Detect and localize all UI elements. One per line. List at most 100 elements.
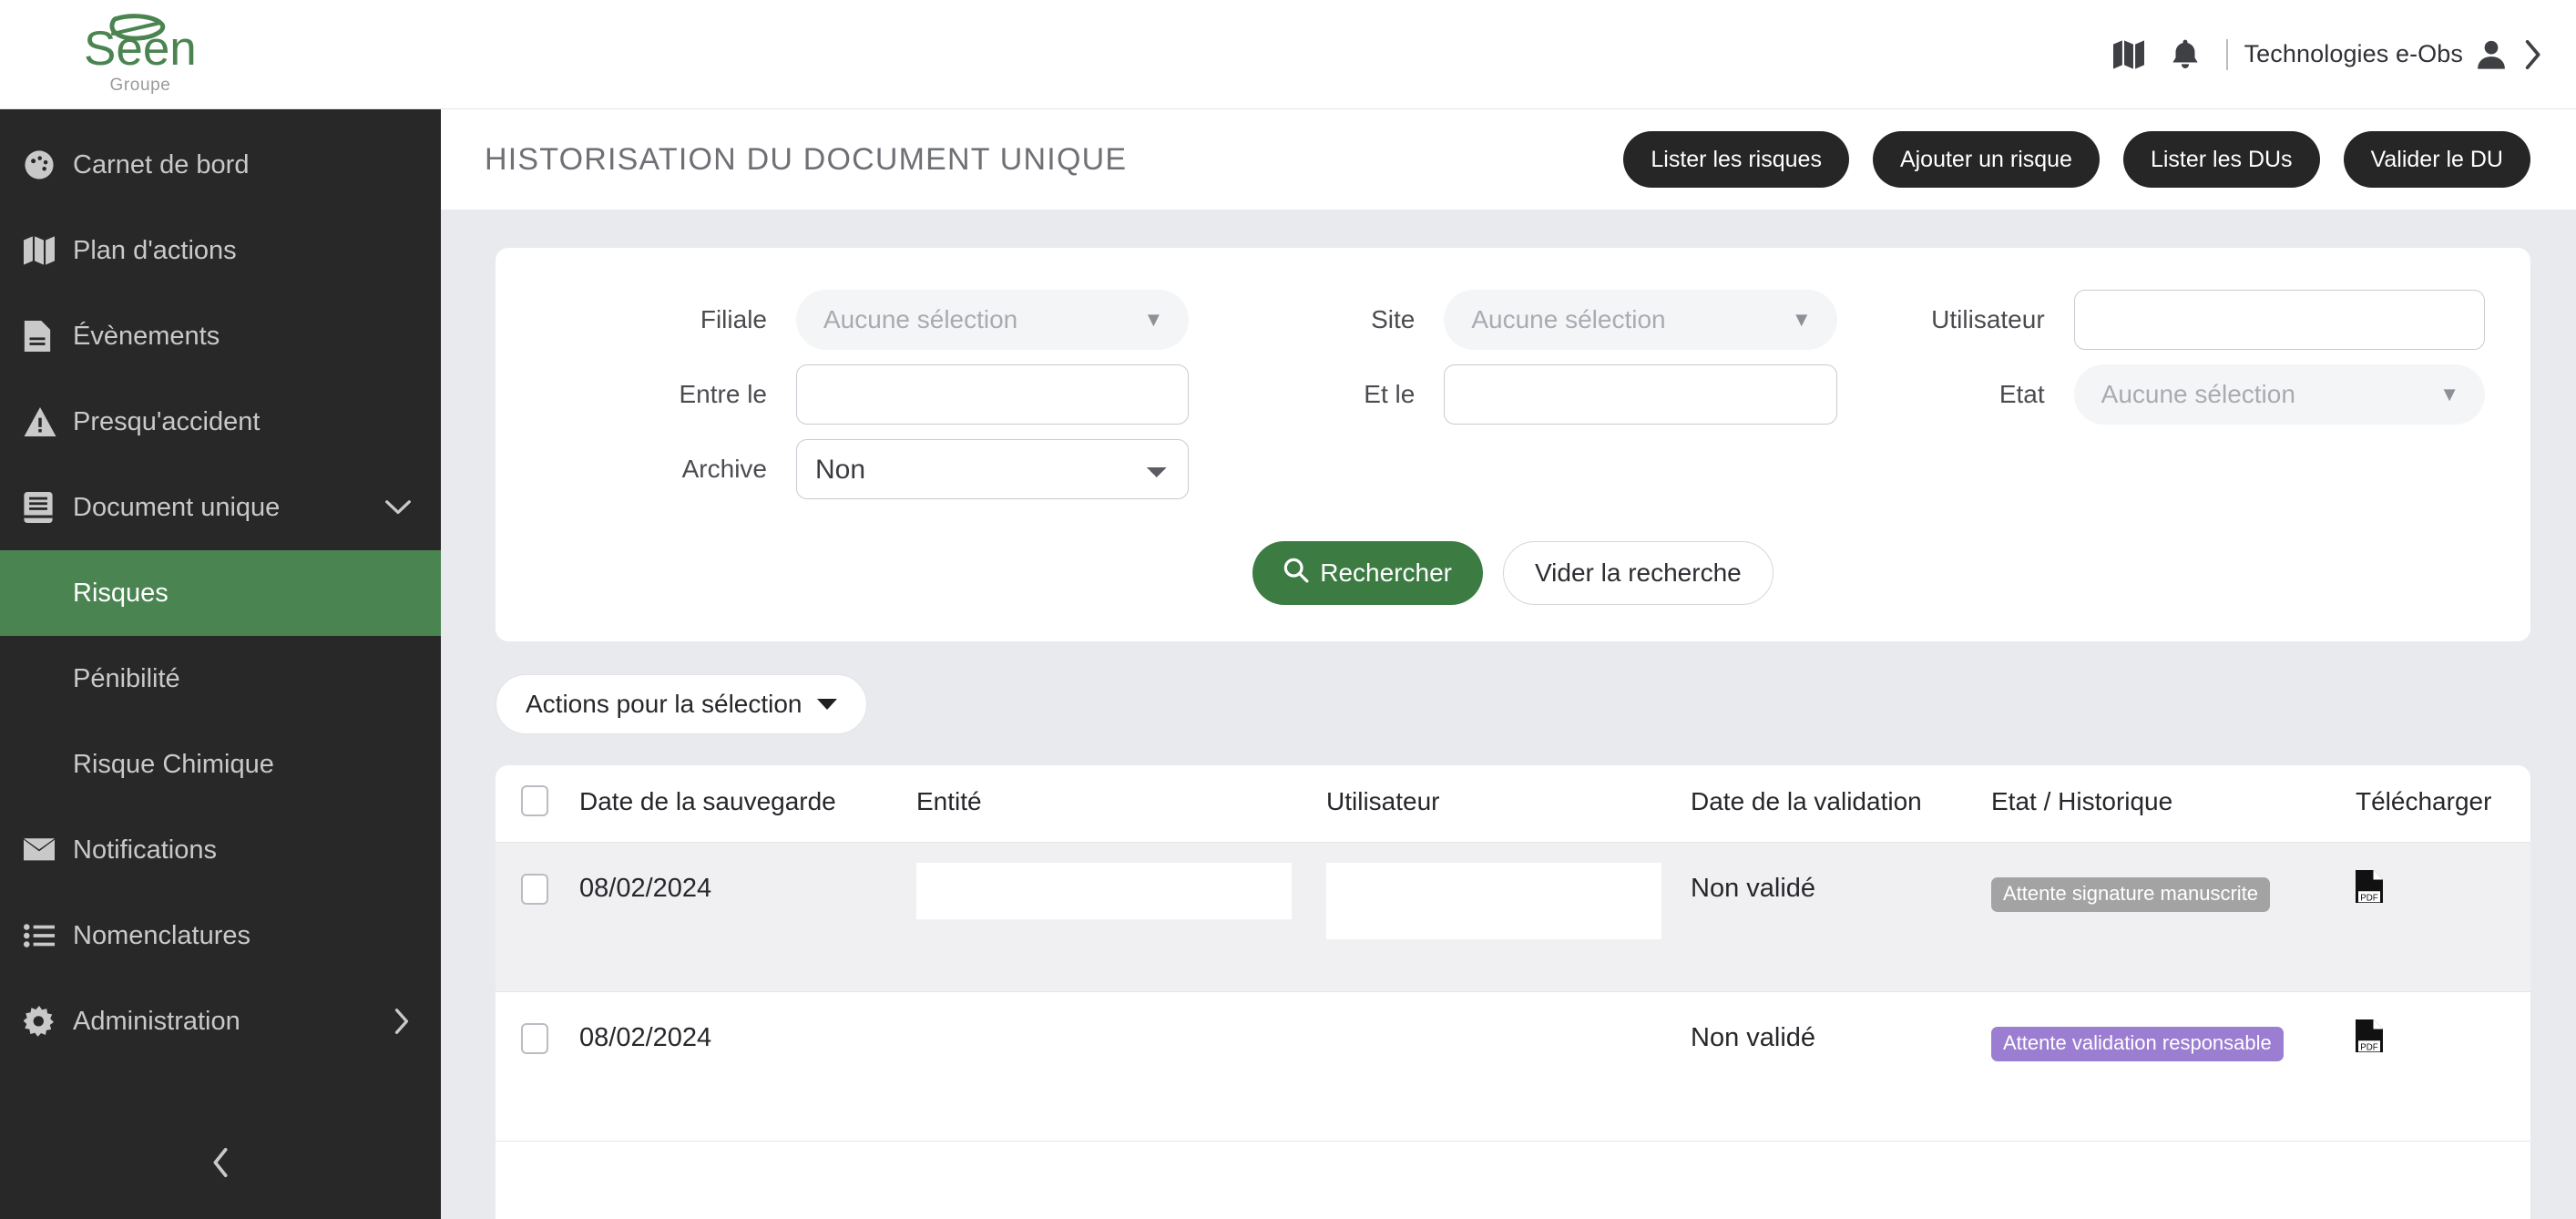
- brand-logo[interactable]: Seen Groupe: [82, 13, 199, 96]
- filiale-select[interactable]: Aucune sélection ▼: [796, 290, 1190, 350]
- bulk-actions-row: Actions pour la sélection: [441, 641, 2576, 734]
- caret-down-icon: ▼: [1791, 308, 1812, 331]
- filter-site-label: Site: [1371, 305, 1416, 333]
- envelope-icon: [24, 838, 73, 862]
- pdf-icon[interactable]: PDF PDF: [2356, 870, 2383, 903]
- bulk-actions-dropdown[interactable]: Actions pour la sélection: [496, 674, 867, 734]
- chevron-down-icon[interactable]: [384, 498, 412, 517]
- account-name[interactable]: Technologies e-Obs: [2244, 40, 2463, 68]
- document-icon: [24, 321, 73, 352]
- caret-down-icon: ▼: [2439, 383, 2459, 405]
- table-row[interactable]: 08/02/2024 Non validé: [496, 991, 2530, 1142]
- filter-actions: Rechercher Vider la recherche: [541, 541, 2485, 605]
- map-icon: [24, 236, 73, 265]
- sidebar-item-risque-chimique[interactable]: Risque Chimique: [0, 722, 441, 807]
- etat-select[interactable]: Aucune sélection ▼: [2073, 364, 2485, 425]
- sidebar-item-nomenclatures[interactable]: Nomenclatures: [0, 893, 441, 978]
- table-row[interactable]: 08/02/2024 Non validé: [496, 842, 2530, 992]
- page-header: HISTORISATION DU DOCUMENT UNIQUE Lister …: [441, 109, 2576, 210]
- body: Carnet de bord Plan d'actions Évènements…: [0, 109, 2576, 1219]
- col-header-date-sauvegarde: Date de la sauvegarde: [579, 786, 836, 815]
- dashboard-icon: [24, 149, 73, 180]
- history-table: Date de la sauvegarde Entité Utilisateur…: [496, 765, 2530, 1219]
- select-all-checkbox[interactable]: [521, 785, 548, 816]
- filter-utilisateur-label: Utilisateur: [1931, 305, 2045, 333]
- caret-down-icon: [816, 699, 837, 710]
- utilisateur-input[interactable]: [2073, 290, 2485, 350]
- entre-le-date-input[interactable]: [796, 364, 1190, 425]
- table-row[interactable]: [496, 1141, 2530, 1219]
- row-validation-value: Non validé: [1691, 1023, 1816, 1052]
- filter-panel-wrap: Filiale Aucune sélection ▼ Site Aucune s…: [441, 210, 2576, 641]
- caret-down-icon: ▼: [1143, 308, 1164, 331]
- chevron-left-icon: [210, 1147, 231, 1183]
- filter-et-le: Et le: [1189, 364, 1837, 425]
- sidebar-subitem-label: Pénibilité: [73, 663, 180, 693]
- brand-tagline: Groupe: [109, 75, 171, 95]
- filter-grid: Filiale Aucune sélection ▼ Site Aucune s…: [541, 290, 2485, 499]
- cell-utilisateur: [1326, 843, 1691, 992]
- table-head: Date de la sauvegarde Entité Utilisateur…: [496, 765, 2530, 843]
- list-icon: [24, 924, 73, 948]
- person-icon[interactable]: [2476, 39, 2507, 70]
- sidebar-item-plan-dactions[interactable]: Plan d'actions: [0, 208, 441, 293]
- row-checkbox[interactable]: [521, 1023, 548, 1054]
- sidebar-item-presquaccident[interactable]: Presqu'accident: [0, 379, 441, 465]
- cell-entite: [916, 992, 1326, 1142]
- filter-filiale: Filiale Aucune sélection ▼: [541, 290, 1190, 350]
- chevron-right-icon[interactable]: [392, 1008, 412, 1035]
- sidebar-item-document-unique[interactable]: Document unique: [0, 465, 441, 550]
- site-select[interactable]: Aucune sélection ▼: [1444, 290, 1837, 350]
- sidebar-item-label: Plan d'actions: [73, 235, 237, 265]
- row-date-value: 08/02/2024: [579, 1023, 712, 1052]
- sidebar-item-label: Évènements: [73, 321, 220, 351]
- sidebar-item-carnet-de-bord[interactable]: Carnet de bord: [0, 122, 441, 208]
- col-header-etat-historique: Etat / Historique: [1991, 786, 2173, 815]
- map-icon[interactable]: [2101, 26, 2157, 83]
- table-body: 08/02/2024 Non validé Attente signature …: [496, 842, 2530, 1219]
- archive-select[interactable]: Non: [796, 439, 1190, 499]
- cell-date-sauvegarde: 08/02/2024: [579, 992, 916, 1142]
- cell-entite: [916, 1142, 1326, 1219]
- filter-et-le-label: Et le: [1364, 380, 1416, 408]
- row-date-value: 08/02/2024: [579, 874, 712, 903]
- bell-icon[interactable]: [2157, 26, 2213, 83]
- et-le-date-input[interactable]: [1444, 364, 1837, 425]
- sidebar-item-risques[interactable]: Risques: [0, 550, 441, 636]
- sidebar-item-administration[interactable]: Administration: [0, 978, 441, 1064]
- filter-filiale-label: Filiale: [700, 305, 767, 333]
- svg-text:PDF: PDF: [2360, 893, 2378, 903]
- sidebar-collapse-button[interactable]: [0, 1110, 441, 1219]
- seen-logo-icon: Seen: [84, 13, 197, 76]
- sidebar-item-notifications[interactable]: Notifications: [0, 807, 441, 893]
- pdf-icon[interactable]: PDF: [2356, 1019, 2383, 1052]
- vider-la-recherche-button[interactable]: Vider la recherche: [1503, 541, 1774, 605]
- cell-telecharger: PDF: [2356, 992, 2530, 1142]
- row-validation-value: Non validé: [1691, 874, 1816, 903]
- gear-icon: [24, 1006, 73, 1037]
- rechercher-button[interactable]: Rechercher: [1252, 541, 1483, 605]
- entite-redacted-block: [916, 863, 1292, 919]
- top-bar: Seen Groupe Technologies e-Obs: [0, 0, 2576, 109]
- filter-entre-le-label: Entre le: [679, 380, 768, 408]
- cell-date-sauvegarde: [579, 1142, 916, 1219]
- valider-le-du-button[interactable]: Valider le DU: [2343, 131, 2530, 188]
- cell-etat-historique: Attente signature manuscrite: [1991, 843, 2356, 992]
- select-all-header: [496, 765, 579, 843]
- lister-les-dus-button[interactable]: Lister les DUs: [2122, 131, 2320, 188]
- ajouter-un-risque-button[interactable]: Ajouter un risque: [1872, 131, 2100, 188]
- utilisateur-redacted-block: [1326, 1142, 1661, 1200]
- lister-les-risques-button[interactable]: Lister les risques: [1623, 131, 1849, 188]
- sidebar-item-evenements[interactable]: Évènements: [0, 293, 441, 379]
- filter-utilisateur: Utilisateur: [1837, 290, 2485, 350]
- filter-etat-label: Etat: [1998, 380, 2045, 408]
- main-content: HISTORISATION DU DOCUMENT UNIQUE Lister …: [441, 109, 2576, 1219]
- account-chevron-right-icon[interactable]: [2521, 39, 2545, 70]
- cell-date-sauvegarde: 08/02/2024: [579, 843, 916, 992]
- sidebar-item-label: Notifications: [73, 835, 217, 865]
- sidebar: Carnet de bord Plan d'actions Évènements…: [0, 109, 441, 1219]
- sidebar-subitem-label: Risque Chimique: [73, 749, 274, 779]
- row-checkbox[interactable]: [521, 874, 548, 905]
- sidebar-item-penibilite[interactable]: Pénibilité: [0, 636, 441, 722]
- top-bar-right: Technologies e-Obs: [2101, 26, 2545, 83]
